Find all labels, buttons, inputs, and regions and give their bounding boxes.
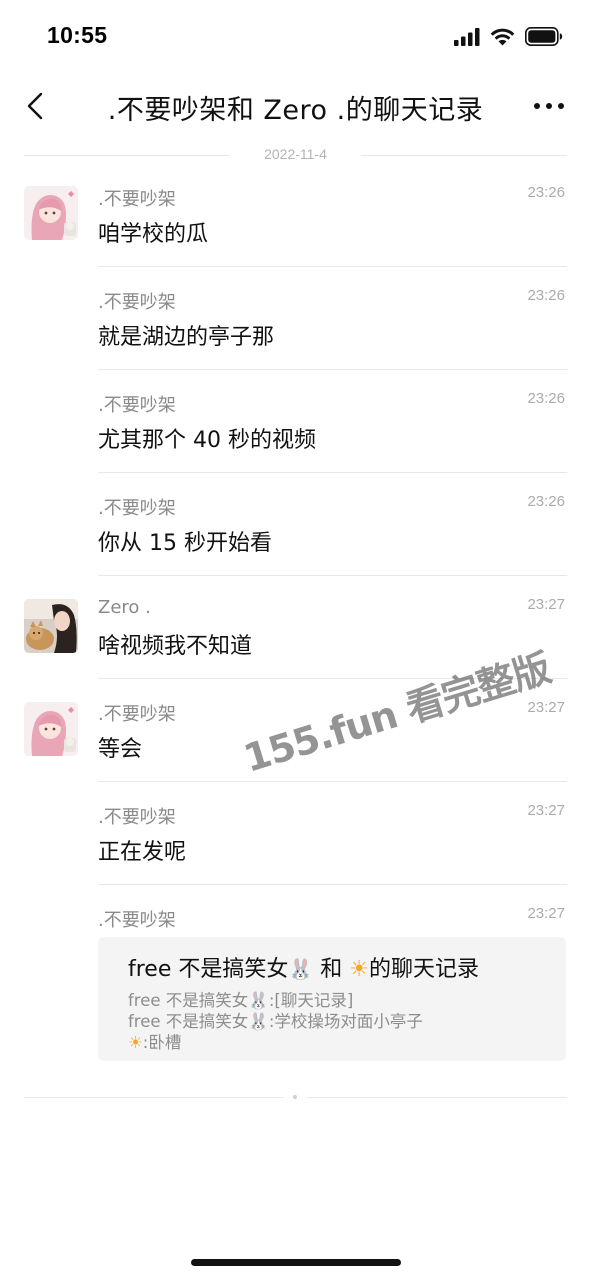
- divider-dot: [293, 1095, 297, 1099]
- message-time: 23:26: [527, 184, 565, 201]
- sender-name: .不要吵架: [98, 292, 176, 313]
- message-separator: [98, 884, 567, 885]
- card-title: free 不是搞笑女🐰 和 ☀的聊天记录: [128, 951, 479, 983]
- sender-name: .不要吵架: [98, 189, 176, 210]
- end-divider: [24, 1095, 567, 1099]
- avatar[interactable]: [24, 702, 78, 756]
- preview-text: :卧槽: [142, 1033, 182, 1052]
- message-row: .不要吵架 23:26 咱学校的瓜: [0, 175, 591, 278]
- sender-name: Zero .: [98, 597, 151, 618]
- message-row: .不要吵架 23:26 你从 15 秒开始看: [0, 484, 591, 587]
- back-button[interactable]: [18, 86, 52, 126]
- status-bar: 10:55: [0, 0, 591, 74]
- avatar[interactable]: [24, 186, 78, 240]
- date-divider: 2022-11-4: [24, 145, 567, 167]
- sender-name: .不要吵架: [98, 395, 176, 416]
- divider-line: [307, 1097, 567, 1098]
- preview-text: :学校操场对面小亭子: [268, 1012, 423, 1031]
- message-separator: [98, 266, 567, 267]
- message-time: 23:27: [527, 699, 565, 716]
- card-preview-line: ☀:卧槽: [128, 1029, 181, 1053]
- message-row: .不要吵架 23:27 正在发呢: [0, 793, 591, 896]
- wifi-icon: [490, 28, 515, 45]
- sender-name: .不要吵架: [98, 498, 176, 519]
- message-time: 23:27: [527, 596, 565, 613]
- message-text[interactable]: 正在发呢: [98, 834, 186, 866]
- message-time: 23:27: [527, 905, 565, 922]
- divider-line: [24, 1097, 284, 1098]
- nav-bar: .不要吵架和 Zero .的聊天记录: [0, 74, 591, 138]
- girl-illustration-avatar-icon: [24, 702, 78, 756]
- sender-name: .不要吵架: [98, 704, 176, 725]
- page-title: .不要吵架和 Zero .的聊天记录: [107, 95, 484, 126]
- more-dot-icon: [558, 103, 564, 109]
- message-row: .不要吵架 23:26 尤其那个 40 秒的视频: [0, 381, 591, 484]
- sender-name: .不要吵架: [98, 910, 176, 931]
- avatar[interactable]: [24, 599, 78, 653]
- message-time: 23:27: [527, 802, 565, 819]
- sun-emoji-icon: ☀: [128, 1033, 143, 1052]
- message-separator: [98, 781, 567, 782]
- message-text[interactable]: 你从 15 秒开始看: [98, 525, 272, 557]
- home-indicator[interactable]: [191, 1259, 401, 1266]
- status-icons: [454, 27, 563, 46]
- photo-avatar-icon: [24, 599, 78, 653]
- card-title-part: 和: [320, 957, 343, 982]
- message-text[interactable]: 尤其那个 40 秒的视频: [98, 422, 316, 454]
- message-time: 23:26: [527, 390, 565, 407]
- sun-emoji-icon: ☀: [349, 957, 370, 982]
- message-row: .不要吵架 23:27 free 不是搞笑女🐰 和 ☀的聊天记录 free 不是…: [0, 896, 591, 1076]
- status-time: 10:55: [47, 22, 108, 48]
- more-button[interactable]: [529, 90, 569, 122]
- cellular-signal-icon: [454, 27, 480, 46]
- forwarded-chat-record-card[interactable]: free 不是搞笑女🐰 和 ☀的聊天记录 free 不是搞笑女🐰:[聊天记录] …: [98, 937, 566, 1061]
- message-time: 23:26: [527, 493, 565, 510]
- card-title-part: free 不是搞笑女: [128, 957, 289, 982]
- rabbit-emoji-icon: 🐰: [248, 1012, 269, 1031]
- message-time: 23:26: [527, 287, 565, 304]
- message-text[interactable]: 咱学校的瓜: [98, 216, 208, 248]
- date-label: 2022-11-4: [264, 146, 327, 162]
- message-row: .不要吵架 23:26 就是湖边的亭子那: [0, 278, 591, 381]
- divider-line: [361, 155, 567, 156]
- battery-icon: [525, 27, 563, 46]
- card-title-part: 的聊天记录: [369, 957, 480, 982]
- chevron-left-icon: [27, 92, 43, 120]
- more-dot-icon: [546, 103, 552, 109]
- message-text[interactable]: 等会: [98, 731, 142, 763]
- sender-name: .不要吵架: [98, 807, 176, 828]
- more-dot-icon: [534, 103, 540, 109]
- girl-illustration-avatar-icon: [24, 186, 78, 240]
- message-text[interactable]: 啥视频我不知道: [98, 628, 252, 660]
- message-separator: [98, 575, 567, 576]
- rabbit-emoji-icon: 🐰: [288, 957, 314, 981]
- message-text[interactable]: 就是湖边的亭子那: [98, 319, 274, 351]
- message-separator: [98, 472, 567, 473]
- message-separator: [98, 369, 567, 370]
